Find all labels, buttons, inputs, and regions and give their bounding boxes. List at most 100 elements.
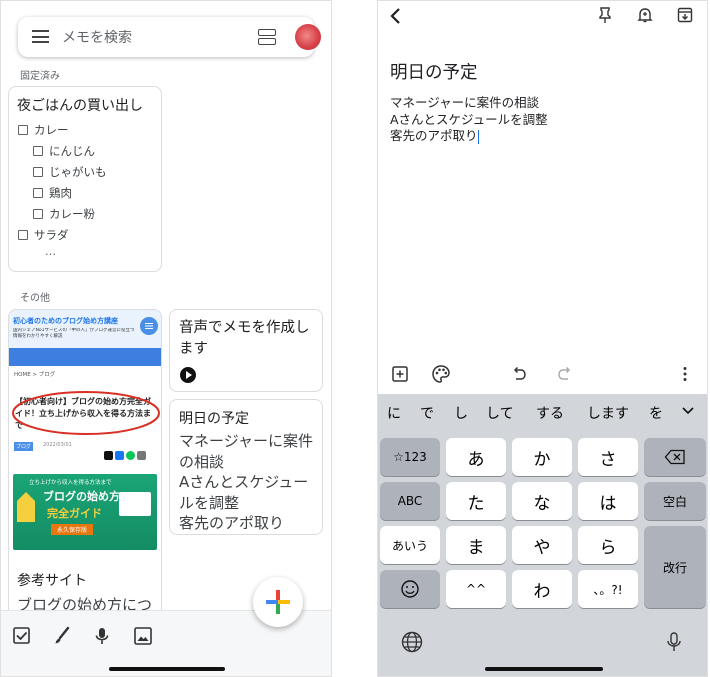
copy-link-icon (137, 451, 146, 460)
brush-icon[interactable] (51, 625, 73, 647)
avatar[interactable] (295, 24, 321, 50)
candidate[interactable]: する (536, 403, 564, 423)
note-card-voice[interactable]: 音声でメモを作成します (169, 309, 323, 392)
candidate[interactable]: で (420, 403, 434, 423)
blog-banner: 初心者のためのブログ始め方講座 国内シェアNo1サービスの「中の人」がブログ運営… (9, 310, 161, 348)
note-title: 音声でメモを作成します (179, 320, 310, 357)
numbers-key[interactable]: ☆123 (380, 438, 440, 476)
note-title: 夜ごはんの買い出し (17, 98, 143, 114)
note-card-blog[interactable]: 初心者のためのブログ始め方講座 国内シェアNo1サービスの「中の人」がブログ運営… (8, 309, 162, 619)
checkbox-icon (33, 209, 43, 219)
japanese-keyboard: に で し して する します を ☆123 あ か さ ABC た な は 空… (378, 394, 707, 676)
checklist-item: にんじん (33, 143, 95, 159)
layout-toggle-icon[interactable] (258, 29, 276, 45)
note-title-field[interactable]: 明日の予定 (390, 59, 478, 84)
checklist-item: カレー粉 (33, 206, 95, 222)
facebook-share-icon (115, 451, 124, 460)
x-share-icon (104, 451, 113, 460)
blog-banner-title: 初心者のためのブログ始め方講座 (13, 317, 118, 325)
add-box-icon[interactable] (391, 365, 409, 383)
checkbox-icon (33, 146, 43, 156)
play-icon[interactable] (180, 367, 196, 383)
new-note-button[interactable] (253, 577, 303, 627)
blog-tag: ブログ (14, 442, 34, 451)
note-editor-screen: 明日の予定 マネージャーに案件の相談 Aさんとスケジュールを調整 客先のアポ取り… (377, 0, 708, 677)
checklist-item: カレー (18, 122, 69, 138)
archive-icon[interactable] (676, 6, 694, 24)
key-ta[interactable]: た (446, 482, 506, 520)
beginner-mark-icon (17, 492, 35, 522)
search-bar[interactable]: メモを検索 (18, 17, 321, 57)
promo-title: ブログの始め方 (43, 490, 120, 503)
text-cursor (477, 129, 479, 144)
checkbox-icon (18, 230, 28, 240)
note-title: 明日の予定 (179, 411, 249, 427)
blog-promo-image: 立ち上げから収入を得る方法まで ブログの始め方 完全ガイド 永久保存版 (13, 474, 157, 550)
back-arrow-icon[interactable] (388, 7, 404, 25)
key-sa[interactable]: さ (578, 438, 638, 476)
plus-icon (266, 590, 290, 614)
microphone-icon[interactable] (91, 625, 113, 647)
checkbox-list-icon[interactable] (11, 625, 33, 647)
key-ra[interactable]: ら (578, 526, 638, 564)
breadcrumb: HOME > ブログ (14, 372, 56, 378)
others-section-label: その他 (20, 293, 50, 304)
checklist-item: じゃがいも (33, 164, 107, 180)
dictation-mic-icon[interactable] (662, 630, 686, 654)
menu-icon[interactable] (32, 30, 49, 43)
globe-icon[interactable] (400, 630, 424, 654)
candidate[interactable]: して (486, 403, 514, 423)
key-wa[interactable]: わ (512, 570, 572, 608)
checkbox-icon (33, 167, 43, 177)
backspace-icon (664, 449, 685, 465)
key-ka[interactable]: か (512, 438, 572, 476)
share-buttons (104, 451, 146, 460)
pin-icon[interactable] (596, 6, 614, 24)
candidate[interactable]: し (454, 403, 468, 423)
key-na[interactable]: な (512, 482, 572, 520)
note-title: 参考サイト (17, 573, 87, 589)
redo-icon[interactable] (556, 365, 574, 383)
candidate[interactable]: します (587, 403, 629, 423)
dakuten-key[interactable]: ^^ (446, 570, 506, 608)
more-vert-icon[interactable] (676, 365, 694, 383)
home-indicator (109, 667, 225, 671)
blog-nav-bar (9, 348, 161, 366)
note-card-shopping[interactable]: 夜ごはんの買い出し カレー にんじん じゃがいも 鶏肉 カレー粉 サラダ … (8, 86, 162, 272)
chevron-down-icon[interactable] (681, 406, 695, 416)
space-key[interactable]: 空白 (644, 482, 706, 520)
checklist-item: サラダ (18, 227, 69, 243)
abc-key[interactable]: ABC (380, 482, 440, 520)
backspace-key[interactable] (644, 438, 706, 476)
candidate-bar: に で し して する します を (378, 394, 707, 430)
note-card-plan[interactable]: 明日の予定 マネージャーに案件の相談 Aさんとスケジュールを調整 客先のアポ取り (169, 399, 323, 535)
key-ha[interactable]: は (578, 482, 638, 520)
promo-illustration (119, 492, 151, 516)
blog-date: 2022/03/01 (43, 442, 72, 448)
key-ma[interactable]: ま (446, 526, 506, 564)
reminder-bell-icon[interactable] (636, 6, 654, 24)
key-a[interactable]: あ (446, 438, 506, 476)
image-icon[interactable] (132, 625, 154, 647)
pinned-section-label: 固定済み (20, 71, 60, 82)
search-input[interactable]: メモを検索 (62, 27, 132, 47)
emoji-icon (401, 580, 419, 598)
red-circle-annotation (12, 391, 160, 435)
enter-key[interactable]: 改行 (644, 526, 706, 608)
candidate[interactable]: に (387, 403, 401, 423)
emoji-key[interactable] (380, 570, 440, 608)
note-body: マネージャーに案件の相談 Aさんとスケジュールを調整 客先のアポ取り (179, 432, 313, 532)
keep-notes-list-screen: メモを検索 固定済み 夜ごはんの買い出し カレー にんじん じゃがいも 鶏肉 カ… (0, 0, 332, 677)
punctuation-key[interactable]: 、。?! (578, 570, 638, 608)
key-ya[interactable]: や (512, 526, 572, 564)
note-body-field[interactable]: マネージャーに案件の相談 Aさんとスケジュールを調整 客先のアポ取り (390, 95, 690, 145)
checkbox-icon (33, 188, 43, 198)
promo-caption: 立ち上げから収入を得る方法まで (29, 480, 112, 486)
checkbox-icon (18, 125, 28, 135)
undo-icon[interactable] (510, 365, 528, 383)
kana-key[interactable]: あいう (380, 526, 440, 564)
palette-icon[interactable] (431, 364, 451, 384)
blog-banner-subtitle: 国内シェアNo1サービスの「中の人」がブログ運営に役立つ情報をわかりやすく解説 (13, 328, 135, 339)
promo-badge: 永久保存版 (51, 524, 94, 535)
candidate[interactable]: を (649, 403, 663, 423)
